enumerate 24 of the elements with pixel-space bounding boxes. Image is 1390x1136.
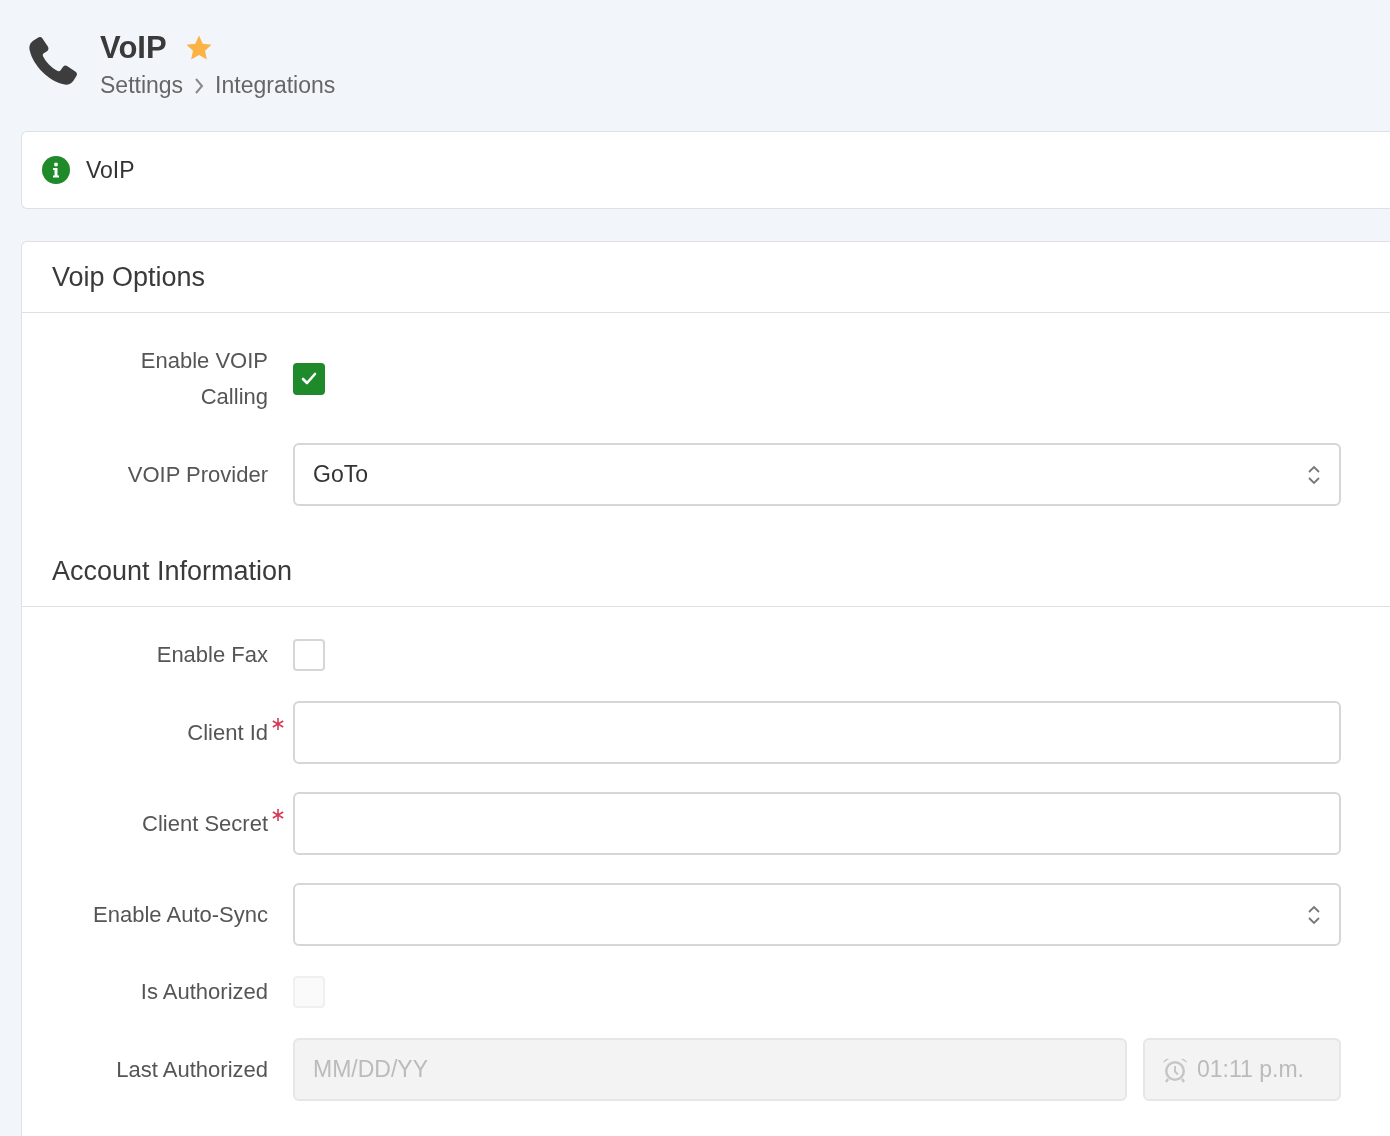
field-label: Enable Auto-Sync (93, 900, 268, 929)
checkmark-icon (301, 372, 317, 386)
field-label: Enable VOIP Calling (139, 347, 268, 411)
up-down-chevron-icon (1307, 903, 1321, 926)
field-label: Enable Fax (156, 641, 268, 669)
breadcrumb-link[interactable]: Settings (100, 72, 184, 99)
field-label: Is Authorized (140, 978, 268, 1006)
select-field[interactable] (293, 883, 1341, 946)
section-title: Voip Options (22, 242, 1390, 313)
field-label: Client Id (187, 718, 268, 747)
checkbox[interactable] (293, 363, 325, 395)
chevron-right-icon (193, 76, 206, 95)
info-icon (42, 156, 70, 184)
select-field[interactable]: GoTo (293, 443, 1341, 506)
field-label: VOIP Provider (127, 460, 268, 489)
breadcrumb-link[interactable]: Integrations (215, 72, 336, 99)
page-title: VoIP (100, 30, 167, 66)
field-label: Last Authorized (116, 1055, 268, 1084)
input-field[interactable] (293, 701, 1341, 764)
field-label: Client Secret (142, 809, 268, 838)
info-text: VoIP (86, 156, 135, 184)
section-title: Account Information (22, 536, 1390, 607)
input-field[interactable] (293, 792, 1341, 855)
up-down-chevron-icon (1307, 463, 1321, 486)
